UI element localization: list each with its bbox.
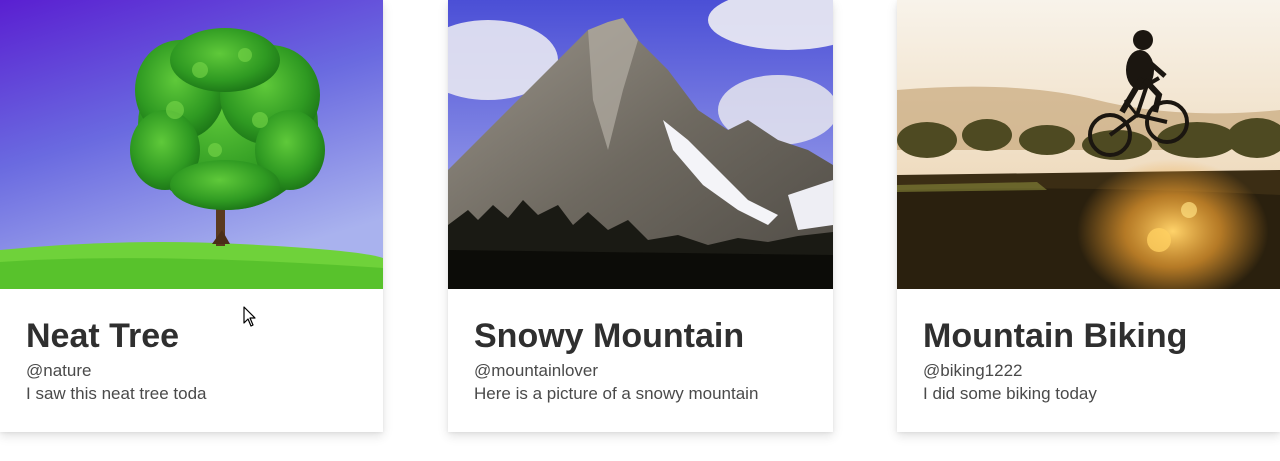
card-description: I saw this neat tree toda [26, 384, 207, 403]
card-handle[interactable]: @biking1222 [923, 360, 1270, 382]
card-body: Snowy Mountain @mountainlover Here is a … [474, 314, 823, 405]
card-handle[interactable]: @nature [26, 360, 373, 382]
card-body: Mountain Biking @biking1222 I did some b… [923, 314, 1270, 405]
biking-photo [897, 0, 1280, 289]
post-card-snowy-mountain[interactable]: Snowy Mountain @mountainlover Here is a … [448, 0, 833, 432]
mouse-cursor-icon [243, 306, 256, 327]
card-handle[interactable]: @mountainlover [474, 360, 823, 382]
card-body: Neat Tree @nature I saw this neat tree t… [26, 314, 373, 405]
card-description: Here is a picture of a snowy mountain [474, 384, 759, 403]
tree-photo [0, 0, 383, 289]
card-title[interactable]: Mountain Biking [923, 314, 1270, 358]
post-card-mountain-biking[interactable]: Mountain Biking @biking1222 I did some b… [897, 0, 1280, 432]
mountain-photo [448, 0, 833, 289]
post-card-neat-tree[interactable]: Neat Tree @nature I saw this neat tree t… [0, 0, 383, 432]
card-title[interactable]: Snowy Mountain [474, 314, 823, 358]
card-title[interactable]: Neat Tree [26, 314, 373, 358]
card-description: I did some biking today [923, 384, 1097, 403]
